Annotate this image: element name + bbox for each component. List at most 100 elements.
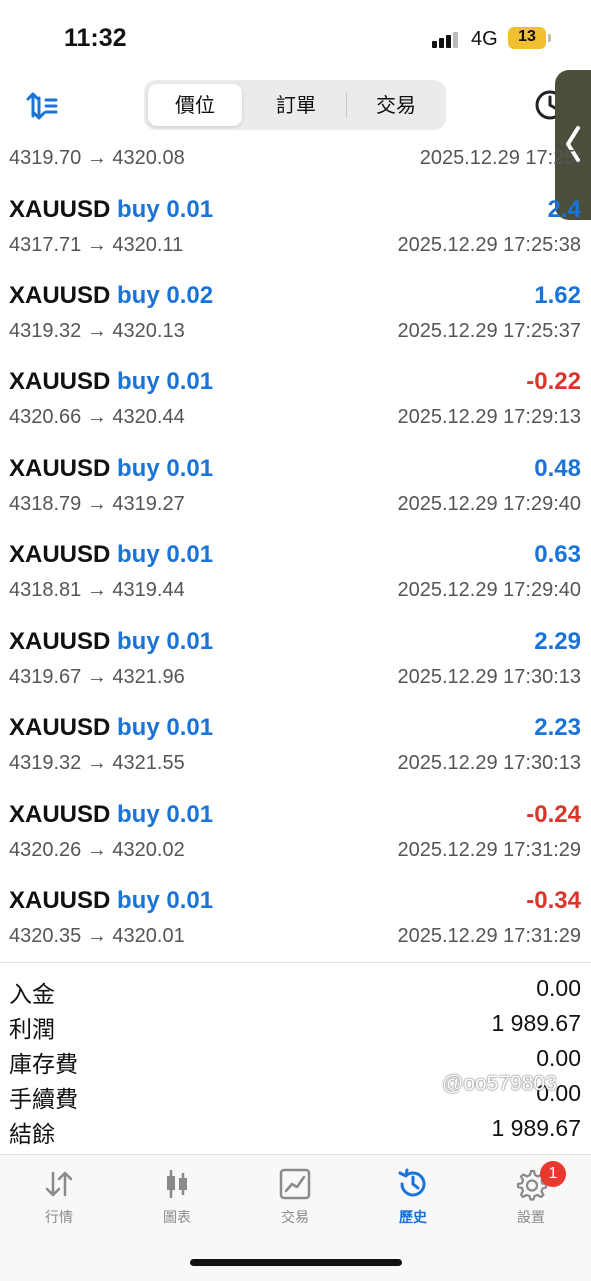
deal-side: buy 0.01 [117,714,214,741]
candles-icon [167,1170,187,1198]
deal-side: buy 0.01 [117,628,214,655]
deal-date: 2025.12.29 17:29:40 [397,493,581,515]
list-item[interactable]: XAUUSD buy 0.01 2.23 4319.32 → 4321.55 2… [0,704,591,790]
summary-profit: 利潤 1 989.67 [0,1006,591,1043]
deal-profit: -0.24 [526,801,581,828]
list-item[interactable]: XAUUSD buy 0.01 0.48 4318.79 → 4319.27 2… [0,445,591,531]
deal-symbol: XAUUSD [9,368,111,395]
deal-profit: 2.23 [534,714,581,741]
deal-profit: 1.62 [534,282,581,309]
status-bar: 11:32 4G 13 [0,0,591,80]
deal-prices: 4317.71 → 4320.11 [9,234,184,256]
bottom-tab-bar: 行情 圖表 交易 歷史 設置 1 [0,1154,591,1281]
deal-symbol: XAUUSD [9,455,111,482]
summary-label: 入金 [9,982,55,1008]
segment-positions[interactable]: 價位 [148,84,242,126]
summary-balance: 結餘 1 989.67 [0,1111,591,1148]
tab-label: 交易 [281,1210,309,1226]
tab-settings[interactable]: 設置 1 [476,1161,586,1237]
deal-prices: 4319.32 → 4321.55 [9,752,185,774]
deal-side: buy 0.01 [117,541,214,568]
summary-deposit: 入金 0.00 [0,971,591,1008]
deal-date: 2025.12.29 17:25: [419,147,581,169]
deal-profit: 2.4 [547,196,581,223]
summary-value: 1 989.67 [491,1115,581,1141]
deal-profit: 2.29 [534,628,581,655]
summary-value: 1 989.67 [491,1010,581,1036]
deal-date: 2025.12.29 17:25:37 [397,320,581,342]
segment-deals[interactable]: 交易 [348,84,444,126]
deal-symbol: XAUUSD [9,714,111,741]
tab-trade[interactable]: 交易 [240,1167,350,1237]
summary-label: 庫存費 [9,1052,78,1078]
tab-label: 行情 [45,1210,73,1226]
battery-level: 13 [518,28,536,45]
tab-quotes[interactable]: 行情 [4,1167,114,1237]
battery-icon: 13 [508,27,551,49]
deal-symbol: XAUUSD [9,887,111,914]
list-item[interactable]: 4319.70 → 4320.08 2025.12.29 17:25: [0,140,591,178]
summary-swap: 庫存費 0.00 [0,1041,591,1078]
summary-value: 0.00 [536,1045,581,1071]
chart-line-icon [279,1168,311,1200]
history-summary: 入金 0.00 利潤 1 989.67 庫存費 0.00 手續費 0.00 結餘… [0,962,591,1148]
deal-profit: 0.63 [534,541,581,568]
deal-prices: 4319.70 → 4320.08 [9,147,185,169]
deal-date: 2025.12.29 17:25:38 [397,234,581,256]
deal-symbol: XAUUSD [9,801,111,828]
tab-charts[interactable]: 圖表 [122,1167,232,1237]
deal-symbol: XAUUSD [9,196,111,223]
deal-side: buy 0.01 [117,887,214,914]
signal-icon [432,30,462,48]
deal-prices: 4319.32 → 4320.13 [9,320,185,342]
deal-side: buy 0.02 [117,282,214,309]
deal-date: 2025.12.29 17:30:13 [397,666,581,688]
tab-label: 設置 [517,1210,545,1226]
deal-side: buy 0.01 [117,196,214,223]
deal-date: 2025.12.29 17:31:29 [397,925,581,947]
deal-side: buy 0.01 [117,368,214,395]
deal-side: buy 0.01 [117,455,214,482]
deal-profit: -0.34 [526,887,581,914]
arrows-updown-icon [45,1171,73,1197]
home-indicator [190,1259,402,1266]
deal-prices: 4320.66 → 4320.44 [9,406,185,428]
summary-value: 0.00 [536,975,581,1001]
history-toolbar: 價位 訂單 交易 [0,80,591,132]
deal-date: 2025.12.29 17:29:13 [397,406,581,428]
segment-divider [346,92,347,118]
list-item[interactable]: XAUUSD buy 0.01 0.63 4318.81 → 4319.44 2… [0,531,591,617]
watermark: @oo579803 [442,1072,557,1095]
list-item[interactable]: XAUUSD buy 0.01 -0.34 4320.35 → 4320.01 … [0,877,591,963]
deal-symbol: XAUUSD [9,541,111,568]
deal-profit: 0.48 [534,455,581,482]
deal-symbol: XAUUSD [9,628,111,655]
history-clock-icon [398,1168,426,1197]
tab-label: 歷史 [399,1210,427,1226]
deal-profit: -0.22 [526,368,581,395]
segmented-control: 價位 訂單 交易 [144,80,446,130]
sort-icon[interactable] [24,90,60,122]
deal-date: 2025.12.29 17:30:13 [397,752,581,774]
deal-date: 2025.12.29 17:31:29 [397,839,581,861]
deal-prices: 4318.81 → 4319.44 [9,579,185,601]
deal-prices: 4320.35 → 4320.01 [9,925,185,947]
deal-prices: 4318.79 → 4319.27 [9,493,185,515]
deal-prices: 4320.26 → 4320.02 [9,839,185,861]
summary-label: 利潤 [9,1017,55,1043]
list-item[interactable]: XAUUSD buy 0.01 2.4 4317.71 → 4320.11 20… [0,186,591,272]
notification-badge: 1 [540,1161,566,1187]
segment-orders[interactable]: 訂單 [248,84,344,126]
list-item[interactable]: XAUUSD buy 0.01 -0.24 4320.26 → 4320.02 … [0,791,591,877]
status-time: 11:32 [64,24,127,52]
list-item[interactable]: XAUUSD buy 0.01 2.29 4319.67 → 4321.96 2… [0,618,591,704]
tab-history[interactable]: 歷史 [358,1167,468,1237]
deal-side: buy 0.01 [117,801,214,828]
deal-prices: 4319.67 → 4321.96 [9,666,185,688]
list-item[interactable]: XAUUSD buy 0.02 1.62 4319.32 → 4320.13 2… [0,272,591,358]
summary-label: 結餘 [9,1122,55,1148]
list-item[interactable]: XAUUSD buy 0.01 -0.22 4320.66 → 4320.44 … [0,358,591,444]
network-type: 4G [471,28,498,50]
summary-label: 手續費 [9,1087,78,1113]
tab-label: 圖表 [163,1210,191,1226]
